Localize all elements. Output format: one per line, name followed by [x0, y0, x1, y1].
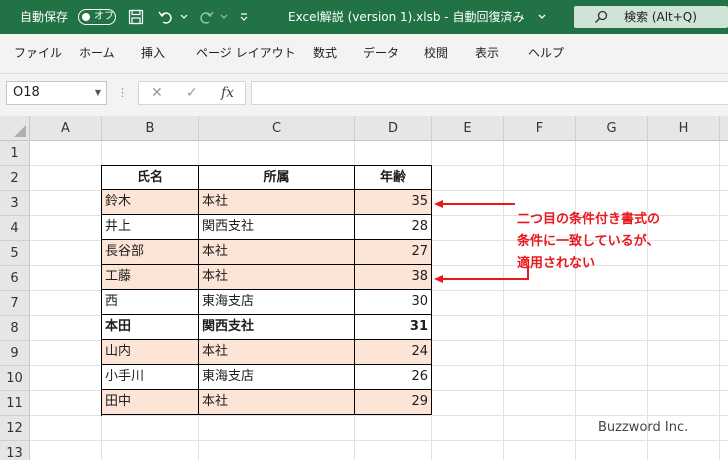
annotation-line-2: 条件に一致しているが、	[517, 234, 660, 249]
redo-dropdown-icon[interactable]	[214, 7, 234, 27]
table-cell-age[interactable]: 26	[355, 365, 432, 390]
table-header-cell[interactable]: 氏名	[102, 165, 199, 190]
table-cell-dept[interactable]: 関西支社	[199, 315, 355, 340]
annotation-line-1: 二つ目の条件付き書式の	[517, 212, 661, 227]
name-box-dropdown-icon[interactable]: ▼	[95, 88, 101, 97]
autosave-state: オフ	[94, 11, 114, 22]
table-cell-name[interactable]: 井上	[102, 215, 199, 240]
tab-file[interactable]: ファイル	[14, 45, 62, 61]
table-cell-name[interactable]: 田中	[102, 390, 199, 415]
table-cell-name[interactable]: 小手川	[102, 365, 199, 390]
table-cell-age[interactable]: 24	[355, 340, 432, 365]
undo-dropdown-icon[interactable]	[174, 7, 194, 27]
watermark: Buzzword Inc.	[598, 420, 689, 435]
table-cell-age[interactable]: 31	[355, 315, 432, 340]
title-bar: 自動保存 オフ Excel解説 (version 1).xlsb - 自動回復済…	[0, 0, 728, 34]
table-cell-age[interactable]: 29	[355, 390, 432, 415]
insert-function-icon[interactable]: fx	[221, 85, 234, 101]
table-cell-dept[interactable]: 本社	[199, 190, 355, 215]
formula-bar: O18 ▼ ⋮ ✕ ✓ fx	[0, 74, 728, 116]
enter-icon[interactable]: ✓	[186, 85, 198, 101]
annotation-arrowhead-lower	[434, 275, 443, 283]
search-box[interactable]: 検索 (Alt+Q)	[574, 6, 728, 28]
table-cell-dept[interactable]: 本社	[199, 390, 355, 415]
table-cell-dept[interactable]: 東海支店	[199, 365, 355, 390]
table-cell-age[interactable]: 28	[355, 215, 432, 240]
table-cell-dept[interactable]: 本社	[199, 265, 355, 290]
toggle-knob	[82, 13, 90, 21]
table-cell-name[interactable]: 本田	[102, 315, 199, 340]
tab-formulas[interactable]: 数式	[313, 45, 337, 61]
redo-icon[interactable]	[196, 7, 216, 27]
customize-toolbar-icon[interactable]	[234, 7, 254, 27]
table-cell-dept[interactable]: 本社	[199, 340, 355, 365]
document-title: Excel解説 (version 1).xlsb - 自動回復済み	[288, 10, 525, 24]
name-box[interactable]: O18 ▼	[6, 81, 107, 105]
table-cell-age[interactable]: 27	[355, 240, 432, 265]
name-box-value: O18	[13, 85, 40, 100]
autosave-toggle[interactable]: オフ	[78, 9, 116, 25]
tab-insert[interactable]: 挿入	[141, 45, 165, 61]
annotation-callout: 二つ目の条件付き書式の 条件に一致しているが、 適用されない	[517, 209, 660, 275]
formula-input[interactable]	[251, 81, 728, 105]
worksheet-grid: A B C D E F G H 1 2 3 4 5 6 7 8 9 10 11 …	[0, 116, 728, 461]
tab-review[interactable]: 校閲	[424, 45, 448, 61]
tab-data[interactable]: データ	[363, 45, 399, 61]
undo-icon[interactable]	[156, 7, 176, 27]
save-icon[interactable]	[126, 7, 146, 27]
table-cell-name[interactable]: 工藤	[102, 265, 199, 290]
ribbon-tabs: ファイル ホーム 挿入 ページ レイアウト 数式 データ 校閲 表示 ヘルプ	[0, 34, 728, 74]
table-cell-age[interactable]: 30	[355, 290, 432, 315]
table-cell-name[interactable]: 西	[102, 290, 199, 315]
table-cell-dept[interactable]: 東海支店	[199, 290, 355, 315]
tab-help[interactable]: ヘルプ	[528, 45, 564, 61]
table-cell-name[interactable]: 鈴木	[102, 190, 199, 215]
cancel-icon[interactable]: ✕	[151, 85, 163, 101]
title-dropdown-icon[interactable]	[532, 7, 552, 27]
table-cell-dept[interactable]: 本社	[199, 240, 355, 265]
annotation-arrow-line-lower	[440, 266, 529, 280]
formula-buttons: ✕ ✓ fx	[138, 81, 246, 105]
tab-page-layout[interactable]: ページ レイアウト	[196, 45, 296, 61]
annotation-line-3: 適用されない	[517, 256, 596, 271]
table-cell-age[interactable]: 38	[355, 265, 432, 290]
annotation-arrowhead-upper	[434, 200, 443, 208]
tab-view[interactable]: 表示	[475, 45, 499, 61]
search-label: 検索 (Alt+Q)	[624, 10, 697, 24]
formula-bar-grip-icon: ⋮	[117, 86, 128, 99]
tab-home[interactable]: ホーム	[79, 45, 115, 61]
table-header-cell[interactable]: 所属	[199, 165, 355, 190]
search-icon	[594, 9, 608, 28]
table-cell-name[interactable]: 山内	[102, 340, 199, 365]
table-cell-name[interactable]: 長谷部	[102, 240, 199, 265]
autosave-label: 自動保存	[20, 10, 69, 24]
table-cell-dept[interactable]: 関西支社	[199, 215, 355, 240]
table-header-cell[interactable]: 年齢	[355, 165, 432, 190]
table-cell-age[interactable]: 35	[355, 190, 432, 215]
